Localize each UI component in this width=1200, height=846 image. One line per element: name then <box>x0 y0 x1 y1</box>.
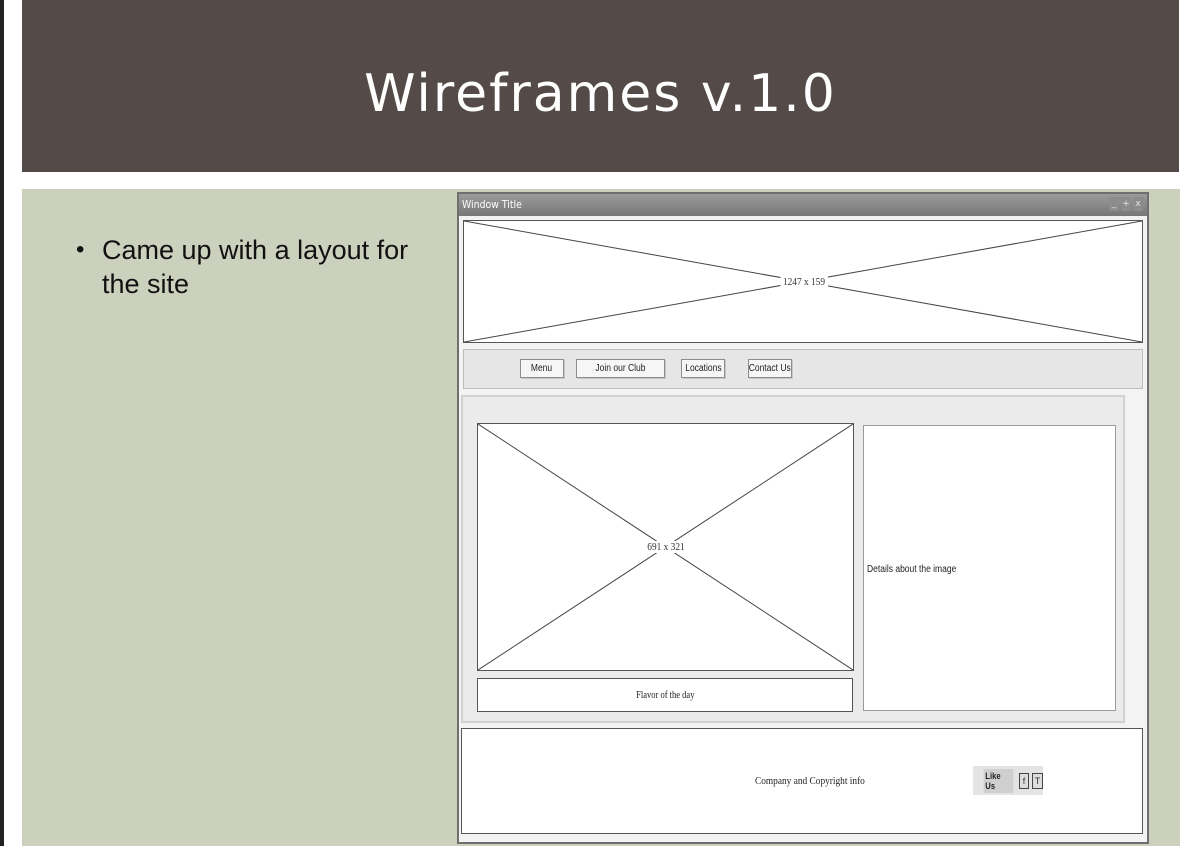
like-us-button[interactable]: Like Us <box>983 768 1014 793</box>
bullet-icon: • <box>76 236 85 263</box>
flavor-of-day-box: Flavor of the day <box>477 678 853 712</box>
slide-title: Wireframes v.1.0 <box>364 64 837 124</box>
bullet-item: • Came up with a layout for the site <box>74 233 414 301</box>
minimize-icon[interactable]: _ <box>1109 197 1119 211</box>
flavor-of-day-label: Flavor of the day <box>635 689 695 701</box>
banner-image-placeholder: 1247 x 159 <box>463 220 1143 343</box>
window-controls: _ + x <box>1109 197 1143 211</box>
title-banner: Wireframes v.1.0 <box>22 0 1179 172</box>
nav-menu-button[interactable]: Menu <box>520 359 564 378</box>
copyright-info-label: Company and Copyright info <box>755 775 865 787</box>
feature-image-size-label: 691 x 321 <box>644 541 688 553</box>
banner-size-label: 1247 x 159 <box>780 276 828 288</box>
left-edge-rule <box>0 0 4 846</box>
wireframe-titlebar: Window Title _ + x <box>459 194 1147 216</box>
nav-contact-button[interactable]: Contact Us <box>748 359 792 378</box>
wireframe-window-title: Window Title <box>462 198 522 211</box>
wireframe-window: Window Title _ + x 1247 x 159 Menu Join … <box>457 192 1149 844</box>
image-details-box: Details about the image <box>863 425 1116 711</box>
social-links: Like Us f T <box>973 766 1043 795</box>
twitter-icon[interactable]: T <box>1032 772 1043 789</box>
wireframe-footer: Company and Copyright info Like Us f T <box>461 728 1143 834</box>
close-icon[interactable]: x <box>1133 197 1143 211</box>
nav-join-club-button[interactable]: Join our Club <box>576 359 665 378</box>
bullet-text: Came up with a layout for the site <box>102 235 409 299</box>
bullet-list: • Came up with a layout for the site <box>74 233 414 301</box>
nav-locations-button[interactable]: Locations <box>681 359 725 378</box>
maximize-icon[interactable]: + <box>1121 197 1131 211</box>
feature-image-placeholder: 691 x 321 <box>477 423 854 671</box>
main-content-panel: 691 x 321 Flavor of the day Details abou… <box>461 395 1125 723</box>
wireframe-nav-bar: Menu Join our Club Locations Contact Us <box>463 349 1143 389</box>
facebook-icon[interactable]: f <box>1018 772 1030 789</box>
image-details-label: Details about the image <box>867 564 957 575</box>
